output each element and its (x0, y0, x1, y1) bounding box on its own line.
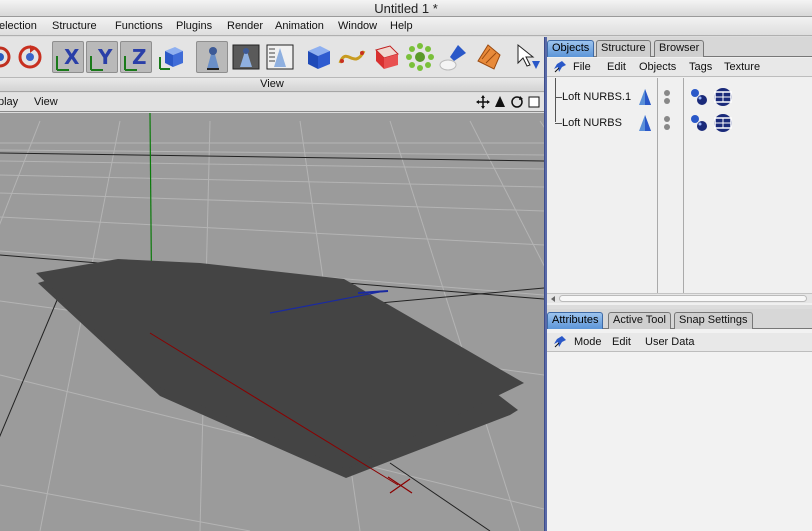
lock-x-icon[interactable]: X (52, 41, 84, 73)
rotate-icon[interactable] (14, 41, 46, 73)
pin-icon[interactable] (552, 60, 568, 74)
window-title: Untitled 1 * (374, 1, 438, 16)
viewport-header: View (0, 78, 544, 92)
object-row-loft-nurbs-1[interactable]: Loft NURBS.1 (547, 86, 812, 108)
maximize-view-icon[interactable] (527, 95, 541, 109)
lock-y-label: Y (97, 45, 113, 69)
zoom-view-icon[interactable] (493, 95, 507, 109)
tab-objects[interactable]: Objects (547, 40, 595, 57)
menu-functions[interactable]: Functions (115, 20, 163, 32)
texture-tag-icon[interactable] (712, 112, 734, 134)
lock-z-icon[interactable]: Z (120, 41, 152, 73)
menu-bar: election Structure Functions Plugins Ren… (0, 17, 812, 36)
attributes-tabs: Attributes Active Tool Snap Settings (547, 309, 812, 329)
texture-tag-icon[interactable] (712, 86, 734, 108)
objects-menu-texture[interactable]: Texture (724, 61, 760, 73)
menu-render[interactable]: Render (227, 20, 263, 32)
visibility-dots-icon[interactable] (663, 89, 671, 105)
x-axis-marker (387, 476, 413, 494)
loft-nurbs-icon (639, 115, 651, 131)
attributes-menu-mode[interactable]: Mode (574, 336, 602, 348)
menu-window[interactable]: Window (338, 20, 377, 32)
tab-structure[interactable]: Structure (596, 40, 651, 57)
tab-browser[interactable]: Browser (654, 40, 705, 57)
object-list: Loft NURBS.1 Loft NURBS (547, 78, 812, 293)
pin-icon[interactable] (552, 335, 568, 349)
deformer-icon[interactable] (472, 41, 504, 73)
object-name[interactable]: Loft NURBS.1 (562, 91, 631, 103)
visibility-dots-icon[interactable] (663, 115, 671, 131)
viewport-menu-display[interactable]: play (0, 96, 18, 108)
attributes-manager: Attributes Active Tool Snap Settings Mod… (547, 309, 812, 531)
render-view-icon[interactable] (196, 41, 228, 73)
menu-animation[interactable]: Animation (275, 20, 324, 32)
perspective-viewport[interactable] (0, 113, 544, 531)
rotate-view-icon[interactable] (510, 95, 524, 109)
attributes-menu: Mode Edit User Data (547, 333, 812, 352)
spline-icon[interactable] (336, 41, 368, 73)
light-icon[interactable] (438, 41, 470, 73)
cube-primitive-icon[interactable] (302, 41, 334, 73)
object-name[interactable]: Loft NURBS (562, 117, 622, 129)
object-row-loft-nurbs[interactable]: Loft NURBS (547, 112, 812, 134)
lock-y-icon[interactable]: Y (86, 41, 118, 73)
objects-menu-edit[interactable]: Edit (607, 61, 626, 73)
scroll-left-icon[interactable] (549, 295, 557, 303)
rotate-tool-icon[interactable] (0, 41, 14, 73)
lock-x-label: X (64, 45, 80, 69)
viewport-menu: play View (0, 93, 544, 112)
coordinate-system-icon[interactable] (156, 41, 188, 73)
render-picture-icon[interactable] (230, 41, 262, 73)
attributes-menu-user-data[interactable]: User Data (645, 336, 695, 348)
loft-nurbs-icon (639, 89, 651, 105)
objects-horizontal-scrollbar[interactable] (547, 293, 812, 303)
objects-menu: File Edit Objects Tags Texture (547, 58, 812, 77)
scene-cursor-icon[interactable] (512, 41, 544, 73)
array-icon[interactable] (404, 41, 436, 73)
nurbs-icon[interactable] (370, 41, 402, 73)
viewport-title: View (260, 78, 284, 90)
attributes-menu-edit[interactable]: Edit (612, 336, 631, 348)
phong-tag-icon[interactable] (689, 87, 709, 107)
viewport-menu-view[interactable]: View (34, 96, 58, 108)
window-title-bar: Untitled 1 * (0, 0, 812, 17)
objects-menu-objects[interactable]: Objects (639, 61, 676, 73)
tab-active-tool[interactable]: Active Tool (608, 312, 671, 329)
lock-z-label: Z (132, 45, 147, 69)
objects-menu-tags[interactable]: Tags (689, 61, 712, 73)
scroll-track[interactable] (559, 295, 807, 302)
phong-tag-icon[interactable] (689, 113, 709, 133)
menu-selection[interactable]: election (0, 20, 37, 32)
viewport-canvas[interactable] (0, 113, 544, 531)
tab-attributes[interactable]: Attributes (547, 312, 604, 329)
render-settings-icon[interactable] (264, 41, 296, 73)
objects-manager: Objects Structure Browser File Edit Obje… (547, 37, 812, 305)
menu-structure[interactable]: Structure (52, 20, 97, 32)
objects-menu-file[interactable]: File (573, 61, 591, 73)
tab-snap-settings[interactable]: Snap Settings (674, 312, 753, 329)
menu-help[interactable]: Help (390, 20, 413, 32)
menu-plugins[interactable]: Plugins (176, 20, 212, 32)
main-toolbar: X Y Z (0, 37, 544, 78)
objects-tabs: Objects Structure Browser (547, 37, 812, 57)
move-view-icon[interactable] (476, 95, 490, 109)
